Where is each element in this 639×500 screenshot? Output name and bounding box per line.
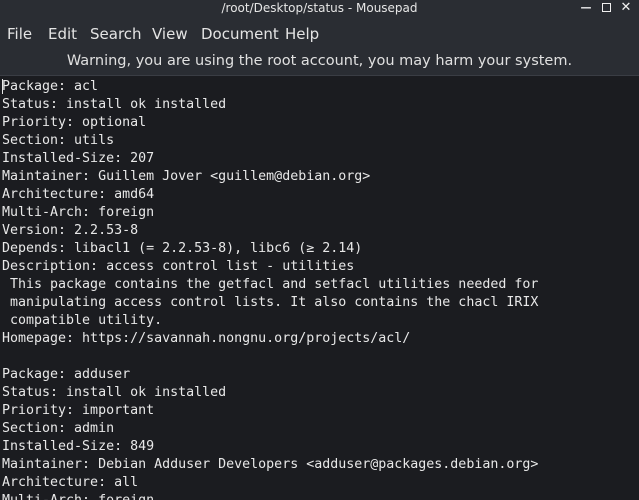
root-warning-bar: Warning, you are using the root account,…	[0, 48, 639, 75]
text-cursor	[2, 79, 3, 94]
text-line[interactable]: Installed-Size: 849	[2, 438, 637, 456]
text-line[interactable]: Architecture: amd64	[2, 186, 637, 204]
text-line[interactable]: Status: install ok installed	[2, 96, 637, 114]
text-line[interactable]: Installed-Size: 207	[2, 150, 637, 168]
menu-view[interactable]: View	[152, 16, 188, 48]
text-line[interactable]: manipulating access control lists. It al…	[2, 294, 637, 312]
text-line[interactable]: Maintainer: Guillem Jover <guillem@debia…	[2, 168, 637, 186]
text-line[interactable]: Priority: important	[2, 402, 637, 420]
menu-search[interactable]: Search	[90, 16, 142, 48]
title-bar[interactable]: /root/Desktop/status - Mousepad — ✕	[0, 0, 639, 16]
text-line[interactable]: Section: admin	[2, 420, 637, 438]
window-title: /root/Desktop/status - Mousepad	[221, 1, 418, 15]
text-line[interactable]: Priority: optional	[2, 114, 637, 132]
menu-file[interactable]: File	[7, 16, 32, 48]
text-line[interactable]: Section: utils	[2, 132, 637, 150]
text-editor[interactable]: Package: acl Status: install ok installed…	[0, 75, 639, 500]
text-line[interactable]: Multi-Arch: foreign	[2, 204, 637, 222]
text-content[interactable]: Package: acl Status: install ok installed…	[2, 78, 637, 500]
menu-help[interactable]: Help	[285, 16, 319, 48]
text-line[interactable]: Depends: libacl1 (= 2.2.53-8), libc6 (≥ …	[2, 240, 637, 258]
minimize-icon[interactable]: —	[578, 0, 594, 16]
menu-document[interactable]: Document	[201, 16, 279, 48]
text-line[interactable]	[2, 348, 637, 366]
text-line[interactable]: Multi-Arch: foreign	[2, 492, 637, 500]
text-line[interactable]: Package: acl	[2, 78, 637, 96]
text-line[interactable]: Description: access control list - utili…	[2, 258, 637, 276]
text-line[interactable]: This package contains the getfacl and se…	[2, 276, 637, 294]
text-line[interactable]: Status: install ok installed	[2, 384, 637, 402]
text-line[interactable]: Architecture: all	[2, 474, 637, 492]
text-line[interactable]: Maintainer: Debian Adduser Developers <a…	[2, 456, 637, 474]
text-line[interactable]: Version: 2.2.53-8	[2, 222, 637, 240]
maximize-icon[interactable]	[598, 0, 614, 16]
menu-bar: File Edit Search View Document Help	[0, 16, 639, 48]
mousepad-window: /root/Desktop/status - Mousepad — ✕ File…	[0, 0, 639, 500]
text-line[interactable]: Homepage: https://savannah.nongnu.org/pr…	[2, 330, 637, 348]
close-icon[interactable]: ✕	[618, 0, 634, 16]
text-line[interactable]: Package: adduser	[2, 366, 637, 384]
menu-edit[interactable]: Edit	[48, 16, 77, 48]
text-line[interactable]: compatible utility.	[2, 312, 637, 330]
